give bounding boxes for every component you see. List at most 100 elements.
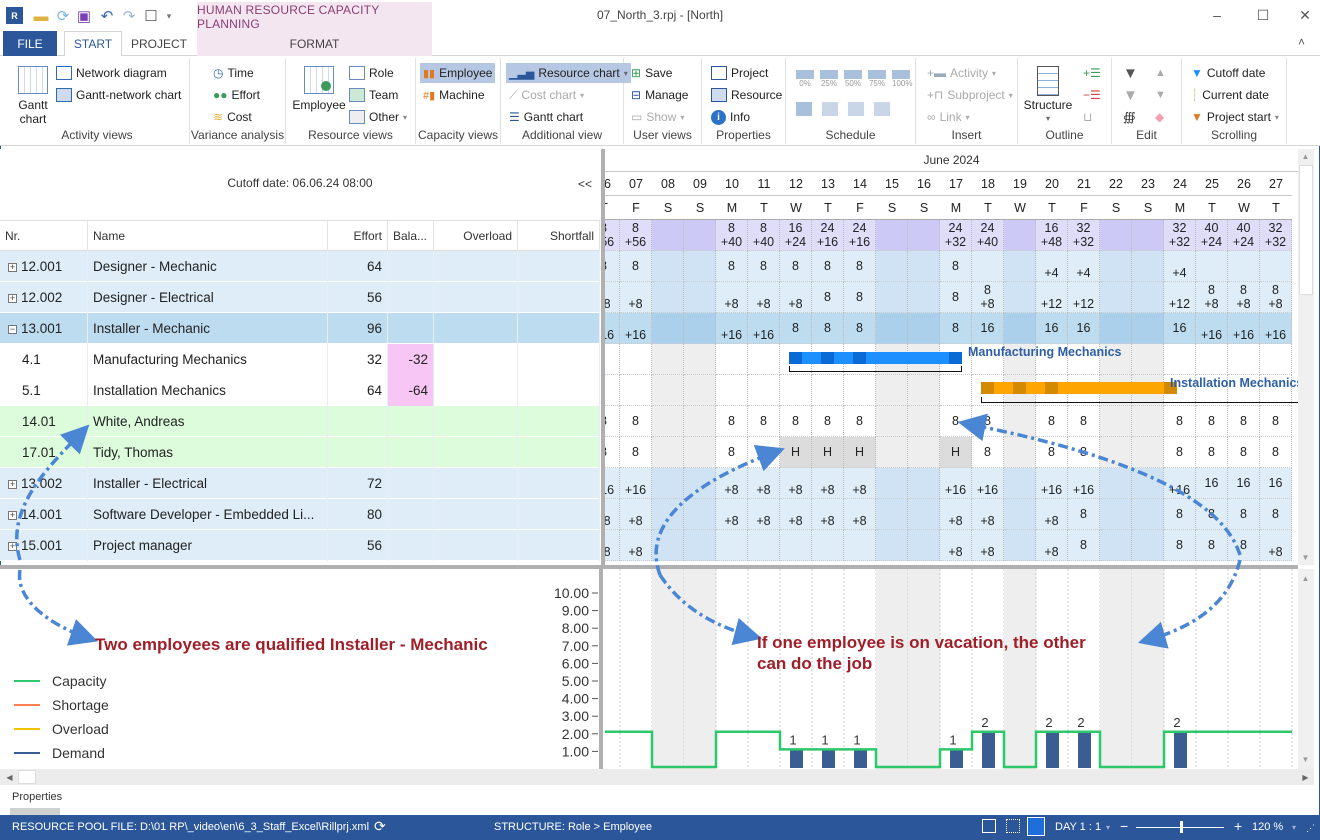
save-view-button[interactable]: ⊞ Save <box>628 63 675 83</box>
scroll-thumb[interactable] <box>18 770 36 784</box>
capacity-cell[interactable]: +8 <box>940 530 972 561</box>
cutoff-date-button[interactable]: ▼ Cutoff date <box>1188 63 1268 83</box>
insert-activity-button[interactable]: +▬ Activity ▾ <box>924 63 999 83</box>
capacity-cell[interactable]: 8 <box>1036 437 1068 468</box>
table-row[interactable]: 4.1 Manufacturing Mechanics 32 -32 <box>0 344 600 375</box>
col-overload[interactable]: Overload <box>434 221 518 251</box>
minimize-button[interactable]: – <box>1202 4 1232 26</box>
insert-link-button[interactable]: ∞ Link ▾ <box>924 107 973 127</box>
col-shortfall[interactable]: Shortfall <box>518 221 600 251</box>
capacity-cell[interactable]: +8 <box>716 499 748 530</box>
resource-properties-button[interactable]: Resource <box>708 85 785 105</box>
capacity-cell[interactable]: +8 <box>620 530 652 561</box>
capacity-cell[interactable]: 8 <box>605 251 620 282</box>
clear-filter-button[interactable]: ▼ <box>1120 85 1141 105</box>
capacity-cell[interactable]: 8 <box>844 282 876 313</box>
view-gantt-icon[interactable] <box>1006 819 1020 833</box>
capacity-cell[interactable] <box>684 251 716 282</box>
capacity-cell[interactable] <box>1196 251 1228 282</box>
capacity-cell[interactable] <box>876 406 908 437</box>
capacity-cell[interactable] <box>972 251 1004 282</box>
zoom-out-button[interactable]: − <box>1120 818 1128 834</box>
zoom-dropdown-icon[interactable]: ▾ <box>1292 823 1296 832</box>
capacity-cell[interactable]: 8 <box>1228 499 1260 530</box>
close-button[interactable]: ✕ <box>1290 4 1320 26</box>
capacity-cell[interactable]: +8 <box>844 499 876 530</box>
expand-icon[interactable]: + <box>8 263 17 272</box>
capacity-cell[interactable]: +12 <box>1036 282 1068 313</box>
capacity-cell[interactable]: 16 <box>1068 313 1100 344</box>
capacity-cell[interactable] <box>716 530 748 561</box>
capacity-cell[interactable]: +16 <box>1260 313 1292 344</box>
capacity-cell[interactable] <box>652 282 684 313</box>
employee-view-button[interactable]: Employee <box>292 66 346 112</box>
capacity-cell[interactable]: +8 <box>1036 530 1068 561</box>
capacity-cell[interactable]: +8 <box>940 499 972 530</box>
vertical-scrollbar[interactable]: ▲ ▼ <box>1298 149 1314 565</box>
capacity-cell[interactable] <box>844 530 876 561</box>
capacity-cell[interactable]: 8 <box>1036 406 1068 437</box>
table-row[interactable]: +12.002 Designer - Electrical 56 <box>0 282 600 313</box>
sync-icon[interactable]: ⟳ <box>374 818 386 835</box>
cost-chart-button[interactable]: ⟋ Cost chart ▾ <box>506 85 587 105</box>
capacity-cell[interactable] <box>908 437 940 468</box>
gantt-network-button[interactable]: Gantt-network chart <box>53 85 184 105</box>
capacity-cell[interactable] <box>1100 499 1132 530</box>
capacity-cell[interactable]: 8 <box>1260 406 1292 437</box>
table-row[interactable]: +13.002 Installer - Electrical 72 <box>0 468 600 499</box>
horizontal-scrollbar[interactable]: ◀ ▶ <box>0 769 1314 785</box>
col-name[interactable]: Name <box>88 221 328 251</box>
capacity-cell[interactable] <box>1004 530 1036 561</box>
capacity-cell[interactable] <box>1132 251 1164 282</box>
capacity-cell[interactable] <box>684 282 716 313</box>
capacity-cell[interactable] <box>876 251 908 282</box>
scroll-left-icon[interactable]: ◀ <box>2 770 17 785</box>
capacity-cell[interactable]: 8 <box>940 282 972 313</box>
capacity-cell[interactable]: +8 <box>812 468 844 499</box>
gantt-chart-button[interactable]: Gantt chart <box>13 66 53 126</box>
capacity-cell[interactable]: 8 <box>1068 499 1100 530</box>
capacity-cell[interactable] <box>652 468 684 499</box>
table-row[interactable]: 17.01 Tidy, Thomas <box>0 437 600 468</box>
capacity-cell[interactable]: 8 <box>1228 437 1260 468</box>
capacity-cell[interactable]: 16 <box>972 313 1004 344</box>
table-row[interactable]: +15.001 Project manager 56 <box>0 530 600 561</box>
capacity-cell[interactable]: +16 <box>1068 468 1100 499</box>
zoom-slider-thumb[interactable] <box>1180 821 1183 833</box>
col-nr[interactable]: Nr. <box>0 221 88 251</box>
redo-icon[interactable]: ↷ <box>120 7 138 25</box>
capacity-cell[interactable]: +8 <box>972 499 1004 530</box>
expand-icon[interactable]: + <box>8 294 17 303</box>
table-row[interactable]: +14.001 Software Developer - Embedded Li.… <box>0 499 600 530</box>
capacity-cell[interactable] <box>908 251 940 282</box>
scale-dropdown-icon[interactable]: ▾ <box>1106 823 1110 832</box>
capacity-cell[interactable] <box>1132 406 1164 437</box>
capacity-cell[interactable] <box>1004 437 1036 468</box>
capacity-cell[interactable] <box>1004 406 1036 437</box>
capacity-cell[interactable]: 8 <box>1164 437 1196 468</box>
capacity-cell[interactable]: +16 <box>605 468 620 499</box>
capacity-cell[interactable]: +16 <box>972 468 1004 499</box>
capacity-cell[interactable]: 8 <box>1068 406 1100 437</box>
progress-100-button[interactable]: 100% <box>892 70 912 88</box>
capacity-cell[interactable] <box>876 499 908 530</box>
capacity-cell[interactable]: 8 <box>620 437 652 468</box>
scroll-up-icon[interactable]: ▲ <box>1298 571 1313 586</box>
capacity-cell[interactable]: 8 <box>716 406 748 437</box>
capacity-cell[interactable] <box>684 499 716 530</box>
capacity-cell[interactable]: +8 <box>620 499 652 530</box>
col-effort[interactable]: Effort <box>328 221 388 251</box>
capacity-cell[interactable]: 8 <box>1068 437 1100 468</box>
table-row[interactable]: 5.1 Installation Mechanics 64 -64 <box>0 375 600 406</box>
expand-icon[interactable]: + <box>8 480 17 489</box>
insert-subproject-button[interactable]: +⊓ Subproject ▾ <box>924 85 1016 105</box>
capacity-cell[interactable]: 16 <box>1164 313 1196 344</box>
capacity-cell[interactable] <box>1100 313 1132 344</box>
capacity-cell[interactable] <box>1100 437 1132 468</box>
capacity-cell[interactable]: H <box>780 437 812 468</box>
tab-start[interactable]: START <box>64 31 122 57</box>
capacity-cell[interactable]: H <box>812 437 844 468</box>
capacity-cell[interactable]: 8 <box>1196 530 1228 561</box>
capacity-cell[interactable]: 8 <box>1164 406 1196 437</box>
save-icon[interactable]: ▣ <box>75 7 93 25</box>
